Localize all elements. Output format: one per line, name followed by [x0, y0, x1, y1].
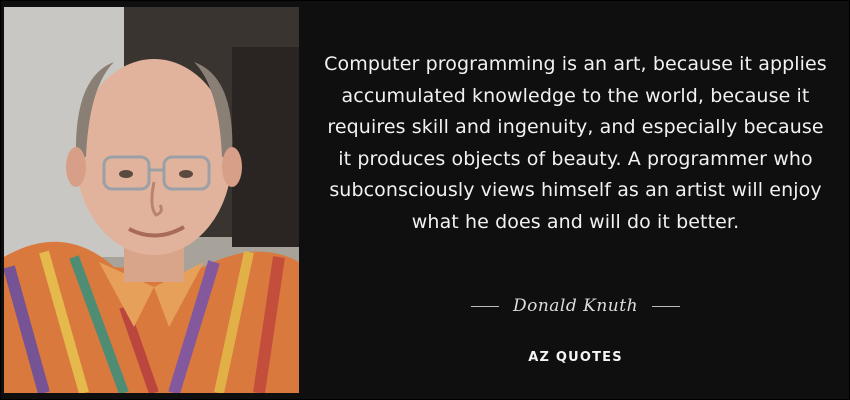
quote-card: Computer programming is an art, because … [0, 0, 850, 400]
author-attribution: Donald Knuth [319, 291, 832, 321]
author-portrait [4, 7, 299, 393]
left-divider [470, 305, 499, 307]
author-name[interactable]: Donald Knuth [513, 296, 638, 316]
quote-text: Computer programming is an art, because … [324, 53, 827, 233]
right-divider [652, 305, 681, 307]
azquotes-logo[interactable]: AZ QUOTES [319, 350, 832, 365]
